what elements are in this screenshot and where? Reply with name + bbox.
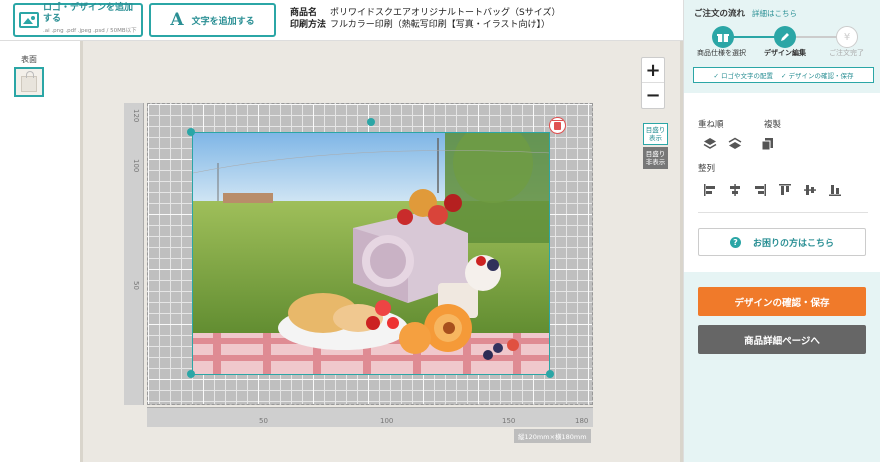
- step-label-3: ご注文完了: [829, 49, 864, 57]
- layer-tools: [702, 136, 785, 152]
- trash-icon: [552, 119, 563, 130]
- question-icon: ?: [729, 236, 741, 248]
- add-text-label: 文字を追加する: [191, 16, 255, 27]
- image-icon: [19, 12, 39, 28]
- pencil-icon: [774, 26, 796, 48]
- help-button-label: お困りの方はこちら: [752, 238, 834, 249]
- bag-edge-left: [80, 41, 83, 462]
- action-area: デザインの確認・保存 商品詳細ページへ: [684, 272, 880, 462]
- help-button[interactable]: ? お困りの方はこちら: [698, 228, 866, 256]
- vertical-ruler: 120 100 50: [124, 103, 144, 405]
- bring-forward-icon[interactable]: [702, 136, 718, 152]
- horizontal-ruler: 50 100 150 180: [147, 407, 593, 427]
- order-flow-detail-link[interactable]: 詳細はこちら: [752, 8, 797, 19]
- order-flow-title: ご注文の流れ: [694, 9, 746, 19]
- align-tools: [702, 182, 852, 198]
- panel-divider: [698, 212, 868, 213]
- resize-handle-bottom-right[interactable]: [546, 370, 554, 378]
- confirm-save-button[interactable]: デザインの確認・保存: [698, 287, 866, 316]
- text-icon: A: [170, 10, 184, 30]
- align-top-icon[interactable]: [777, 182, 793, 198]
- front-side-label: 表面: [21, 55, 37, 64]
- grid-hide-button[interactable]: 目盛り 非表示: [643, 147, 668, 169]
- design-substeps: ✓ ロゴや文字の配置 ✓ デザインの確認・保存: [693, 67, 874, 83]
- zoom-out-button[interactable]: −: [642, 83, 664, 108]
- placed-image[interactable]: [192, 132, 550, 375]
- align-label: 整列: [698, 164, 716, 174]
- step-label-1: 商品仕様を選択: [697, 49, 746, 57]
- front-side-thumbnail[interactable]: [14, 67, 44, 97]
- add-logo-label: ロゴ・デザインを追加する: [43, 3, 134, 24]
- ruler-v-120: 120: [132, 109, 140, 123]
- product-info: 商品名 ポリワイドスクエアオリジナルトートバッグ（Sサイズ） 印刷方法 フルカラー印…: [290, 7, 560, 31]
- yen-icon: ¥: [836, 26, 858, 48]
- design-canvas: 120 100 50 50 100 150 180 縦120mm×横180mm: [80, 41, 683, 462]
- side-thumbnails: 表面: [0, 41, 80, 462]
- product-name-value: ポリワイドスクエアオリジナルトートバッグ（Sサイズ）: [330, 8, 561, 18]
- ruler-h-50: 50: [259, 417, 268, 425]
- resize-handle-top-left[interactable]: [187, 128, 195, 136]
- layer-order-label: 重ね順: [698, 120, 724, 130]
- substep-confirm: ✓ デザインの確認・保存: [781, 72, 854, 80]
- grid-toggle: 目盛り 表示 目盛り 非表示: [643, 123, 668, 169]
- print-method-value: フルカラー印刷（熱転写印刷【写真・イラスト向け】）: [330, 20, 551, 30]
- delete-image-button[interactable]: [549, 117, 566, 134]
- step-label-2: デザイン編集: [764, 49, 806, 57]
- bag-thumbnail-icon: [21, 71, 37, 92]
- zoom-controls: + −: [641, 57, 665, 109]
- send-backward-icon[interactable]: [727, 136, 743, 152]
- ruler-h-100: 100: [380, 417, 394, 425]
- picnic-photo: [193, 133, 549, 374]
- top-toolbar: ロゴ・デザインを追加する .ai .png .pdf .jpeg .psd / …: [0, 0, 683, 41]
- add-text-button[interactable]: A 文字を追加する: [149, 3, 276, 37]
- rotate-handle[interactable]: [367, 118, 375, 126]
- order-flow: ご注文の流れ 詳細はこちら ¥ 商品仕様を選択 デザイン編集 ご注文完了 ✓ ロ…: [684, 0, 880, 93]
- align-left-icon[interactable]: [702, 182, 718, 198]
- order-steps: ¥ 商品仕様を選択 デザイン編集 ご注文完了: [684, 26, 880, 60]
- zoom-in-button[interactable]: +: [642, 58, 664, 83]
- ruler-h-150: 150: [502, 417, 516, 425]
- substep-place: ✓ ロゴや文字の配置: [713, 72, 773, 80]
- right-panel: ご注文の流れ 詳細はこちら ¥ 商品仕様を選択 デザイン編集 ご注文完了 ✓ ロ…: [683, 0, 880, 462]
- add-logo-filetypes: .ai .png .pdf .jpeg .psd / 50MB以下: [43, 28, 137, 34]
- align-center-h-icon[interactable]: [727, 182, 743, 198]
- print-method-key: 印刷方法: [290, 20, 327, 30]
- duplicate-icon[interactable]: [760, 136, 776, 152]
- grid-show-button[interactable]: 目盛り 表示: [643, 123, 668, 145]
- product-name-key: 商品名: [290, 8, 318, 18]
- add-logo-button[interactable]: ロゴ・デザインを追加する .ai .png .pdf .jpeg .psd / …: [13, 3, 143, 37]
- ruler-v-100: 100: [132, 159, 140, 173]
- align-bottom-icon[interactable]: [827, 182, 843, 198]
- print-size-note: 縦120mm×横180mm: [514, 429, 591, 443]
- ruler-v-50: 50: [132, 281, 140, 290]
- product-detail-button[interactable]: 商品詳細ページへ: [698, 325, 866, 354]
- gift-icon: [712, 26, 734, 48]
- align-right-icon[interactable]: [752, 182, 768, 198]
- align-center-v-icon[interactable]: [802, 182, 818, 198]
- duplicate-label: 複製: [764, 120, 782, 130]
- ruler-h-180: 180: [575, 417, 589, 425]
- resize-handle-bottom-left[interactable]: [187, 370, 195, 378]
